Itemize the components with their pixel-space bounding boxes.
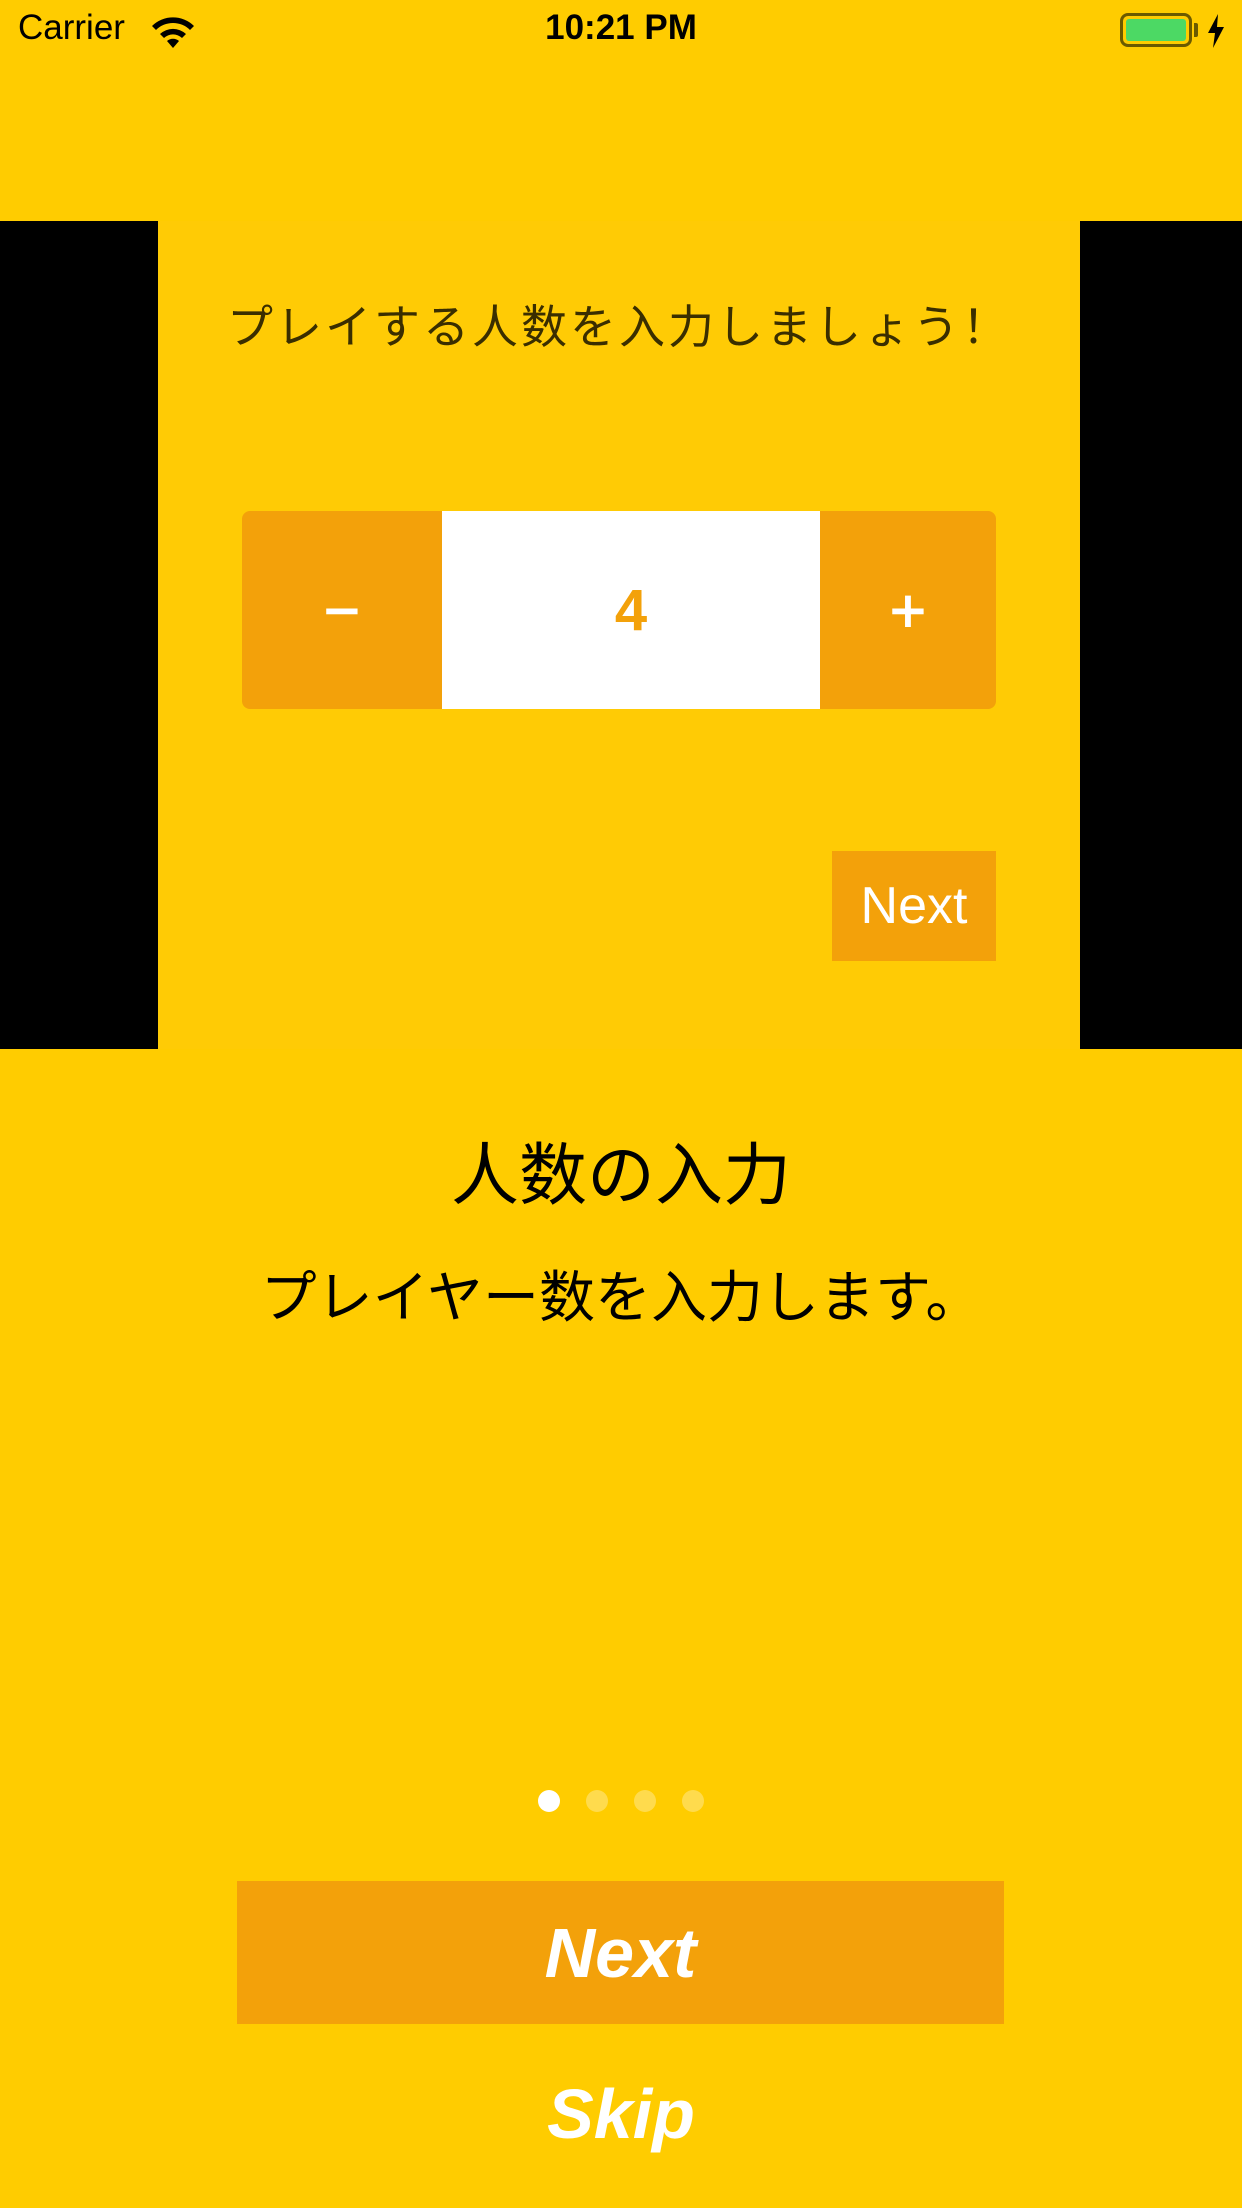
status-bar: Carrier 10:21 PM: [0, 0, 1242, 60]
decrement-button: −: [321, 581, 363, 639]
next-button[interactable]: Next: [237, 1881, 1004, 2024]
page-dot-2[interactable]: [586, 1790, 608, 1812]
preview-screen: プレイする人数を入力しましょう！ − 4 + Next: [158, 221, 1080, 1049]
tutorial-preview-image: プレイする人数を入力しましょう！ − 4 + Next: [0, 221, 1242, 1049]
player-count-value: 4: [442, 511, 820, 709]
battery-level: [1126, 19, 1186, 41]
page-dot-3[interactable]: [634, 1790, 656, 1812]
charging-bolt-icon: [1208, 14, 1224, 48]
battery-icon: [1120, 13, 1192, 47]
battery-cap: [1194, 23, 1198, 37]
page-indicator[interactable]: [0, 1790, 1242, 1812]
preview-next-button: Next: [832, 851, 996, 961]
page-description: プレイヤー数を入力します。: [260, 1266, 982, 1331]
preview-prompt-text: プレイする人数を入力しましょう！: [227, 300, 1011, 354]
page-dot-4[interactable]: [682, 1790, 704, 1812]
player-count-stepper: − 4 +: [242, 511, 996, 709]
increment-button: +: [887, 581, 929, 639]
status-time: 10:21 PM: [545, 8, 697, 47]
page-dot-1[interactable]: [538, 1790, 560, 1812]
page-title: 人数の入力: [450, 1137, 791, 1216]
skip-button[interactable]: Skip: [0, 2074, 1242, 2154]
